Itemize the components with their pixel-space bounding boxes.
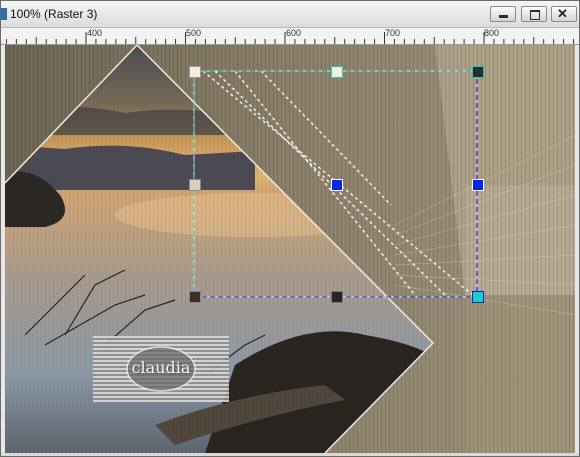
document-window: 100% (Raster 3) ✕ 400 500 600 700 800 cl… [0,0,580,457]
selection-handle-center[interactable] [331,179,343,191]
minimize-button[interactable] [490,6,516,22]
selection-handle-middle-right[interactable] [472,179,484,191]
selection-handle-bottom-middle[interactable] [331,291,343,303]
selection-handle-bottom-right[interactable] [472,291,484,303]
document-icon [1,8,7,20]
canvas-artwork [5,45,575,453]
window-bottom-border [1,453,579,456]
ruler-label: 500 [186,28,202,38]
title-bar[interactable]: 100% (Raster 3) ✕ [1,1,579,28]
maximize-icon [530,10,540,20]
selection-handle-bottom-left[interactable] [189,291,201,303]
ruler-label: 400 [87,28,103,38]
minimize-icon [499,15,508,18]
close-button[interactable]: ✕ [551,6,577,22]
selection-handle-top-middle[interactable] [331,66,343,78]
close-icon: ✕ [557,6,568,21]
window-title: 100% (Raster 3) [10,7,98,21]
image-canvas[interactable]: claudia [5,45,575,453]
ruler-label: 600 [286,28,302,38]
selection-handle-top-right[interactable] [472,66,484,78]
watermark-logo: claudia [93,336,229,402]
maximize-button[interactable] [521,6,547,22]
selection-handle-top-left[interactable] [189,66,201,78]
ruler-label: 700 [385,28,401,38]
watermark-text: claudia [131,358,191,377]
horizontal-ruler[interactable]: 400 500 600 700 800 [1,28,579,45]
ruler-label: 800 [484,28,500,38]
selection-handle-middle-left[interactable] [189,179,201,191]
